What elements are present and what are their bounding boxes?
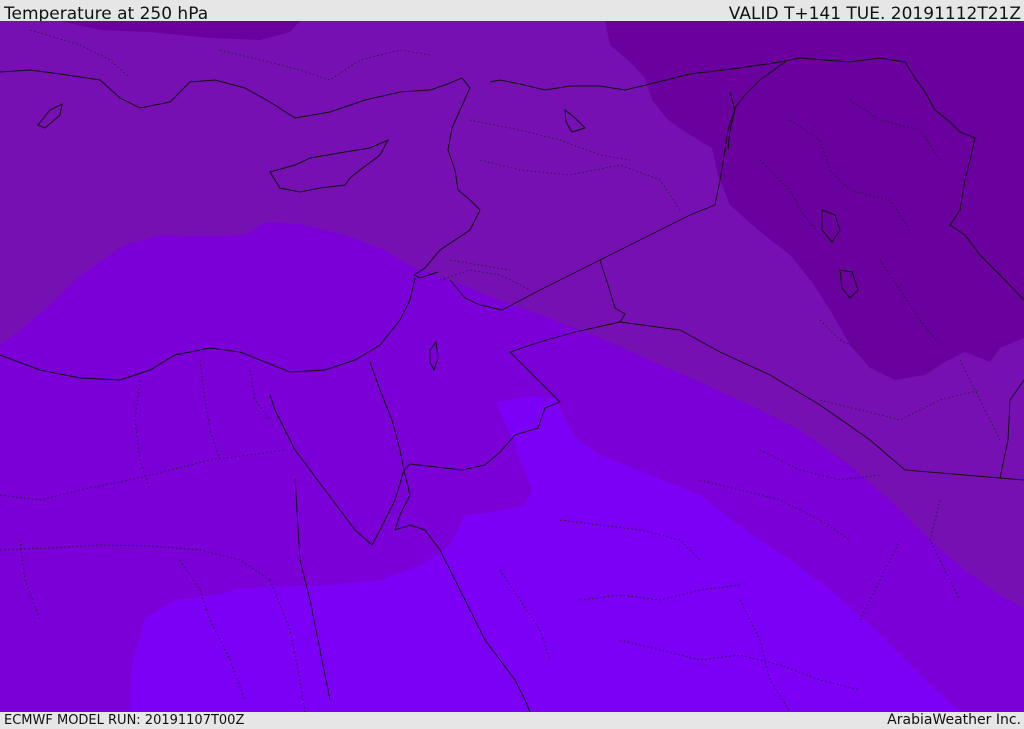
model-run-label: ECMWF MODEL RUN: 20191107T00Z	[4, 713, 245, 728]
brand-label: ArabiaWeather Inc.	[887, 712, 1021, 728]
footer-bar: ECMWF MODEL RUN: 20191107T00Z ArabiaWeat…	[0, 712, 1024, 729]
header-bar: Temperature at 250 hPa VALID T+141 TUE. …	[0, 0, 1024, 24]
temperature-map[interactable]	[0, 21, 1024, 712]
